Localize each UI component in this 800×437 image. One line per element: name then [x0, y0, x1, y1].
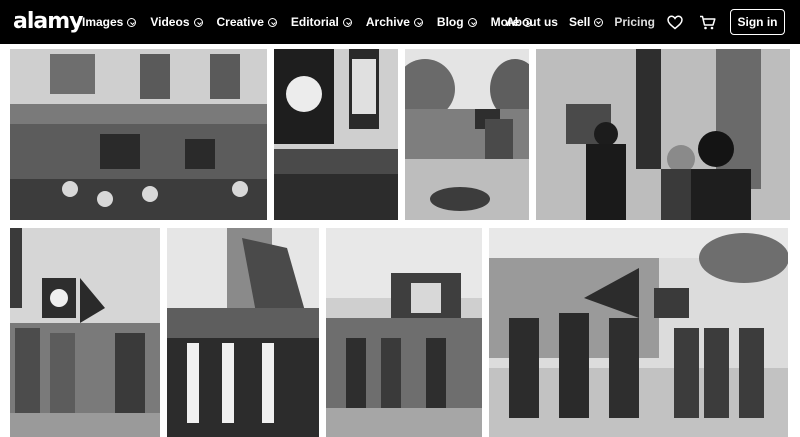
nav-editorial-label: Editorial	[290, 15, 339, 29]
account-nav: About us Sell Pricing Sign in	[506, 0, 800, 44]
nav-editorial[interactable]: Editorial	[291, 15, 352, 29]
result-image-2[interactable]	[274, 49, 398, 220]
cart-icon[interactable]	[698, 13, 716, 31]
sell-label: Sell	[568, 15, 591, 29]
nav-videos-label: Videos	[150, 15, 190, 29]
nav-images[interactable]: Images	[82, 15, 137, 29]
nav-creative-label: Creative	[216, 15, 264, 29]
result-image-6[interactable]	[167, 228, 319, 437]
sell-menu[interactable]: Sell	[568, 15, 604, 29]
result-image-7[interactable]	[326, 228, 482, 437]
chevron-down-icon	[467, 17, 477, 27]
result-image-5[interactable]	[10, 228, 160, 437]
chevron-down-icon	[342, 17, 352, 27]
nav-videos[interactable]: Videos	[150, 15, 203, 29]
nav-blog[interactable]: Blog	[437, 15, 477, 29]
heart-icon[interactable]	[666, 13, 684, 31]
chevron-down-icon	[267, 17, 277, 27]
pricing-link[interactable]: Pricing	[614, 15, 655, 29]
result-image-4[interactable]	[536, 49, 790, 220]
top-navigation-bar: alamy Images Videos Creative Editorial A…	[0, 0, 800, 44]
result-image-8[interactable]	[489, 228, 788, 437]
nav-archive-label: Archive	[365, 15, 410, 29]
chevron-down-icon	[193, 17, 203, 27]
main-nav: Images Videos Creative Editorial Archive…	[82, 0, 546, 44]
image-results-grid	[0, 44, 800, 437]
nav-creative[interactable]: Creative	[217, 15, 277, 29]
result-image-3[interactable]	[405, 49, 529, 220]
chevron-down-icon	[413, 17, 423, 27]
chevron-down-icon	[594, 17, 604, 27]
alamy-logo[interactable]: alamy	[13, 9, 83, 34]
nav-images-label: Images	[82, 15, 124, 29]
result-image-1[interactable]	[10, 49, 267, 220]
nav-archive[interactable]: Archive	[366, 15, 423, 29]
sign-in-button[interactable]: Sign in	[730, 9, 785, 35]
about-us-link[interactable]: About us	[506, 15, 558, 29]
nav-blog-label: Blog	[436, 15, 464, 29]
chevron-down-icon	[127, 17, 137, 27]
